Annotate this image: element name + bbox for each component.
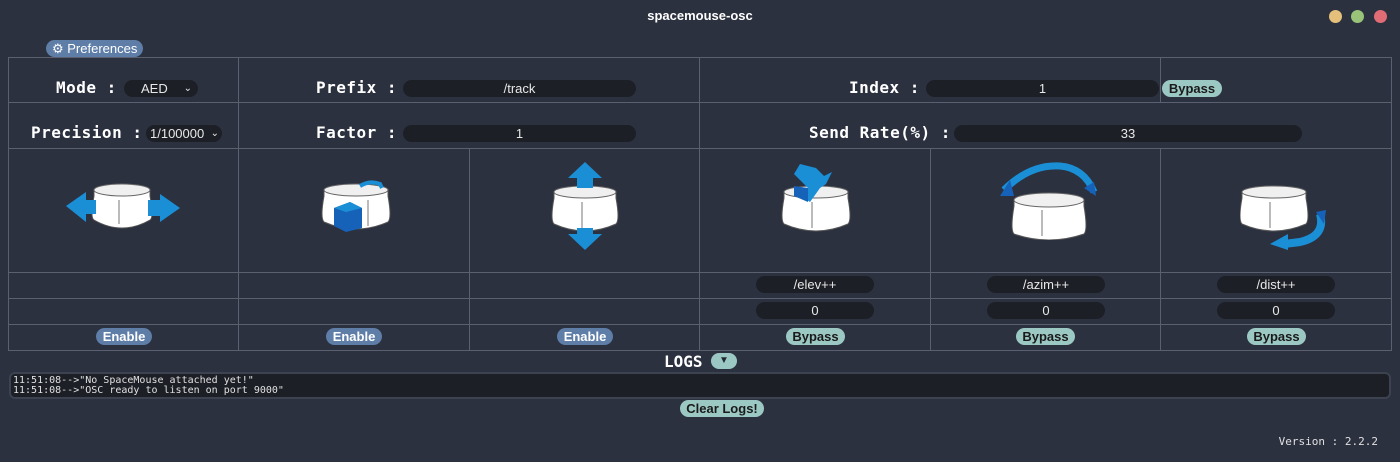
azim-address-input[interactable]: /azim++ [987, 276, 1105, 293]
chevron-down-icon: ⌄ [210, 128, 219, 139]
tilt-forward-icon [780, 162, 852, 239]
translate-y-icon [320, 178, 392, 241]
minimize-button[interactable] [1329, 10, 1342, 23]
mode-label: Mode : [56, 78, 117, 97]
enable-button-y[interactable]: Enable [326, 328, 382, 345]
log-output[interactable]: 11:51:08-->"No SpaceMouse attached yet!"… [9, 372, 1391, 399]
rotate-icon [1000, 160, 1098, 245]
maximize-button[interactable] [1351, 10, 1364, 23]
bypass-button-elev[interactable]: Bypass [786, 328, 845, 345]
preferences-button[interactable]: ⚙ Preferences [46, 40, 144, 57]
factor-input[interactable]: 1 [403, 125, 636, 142]
index-label: Index : [849, 78, 920, 97]
elev-address-input[interactable]: /elev++ [756, 276, 874, 293]
enable-button-z[interactable]: Enable [557, 328, 613, 345]
close-button[interactable] [1374, 10, 1387, 23]
bypass-button-azim[interactable]: Bypass [1016, 328, 1075, 345]
mode-value: AED [141, 81, 168, 96]
bypass-button-dist[interactable]: Bypass [1247, 328, 1306, 345]
precision-select[interactable]: 1/100000 ⌄ [146, 125, 222, 142]
translate-x-icon [64, 178, 182, 241]
triangle-down-icon: ▼ [719, 355, 729, 366]
factor-label: Factor : [316, 123, 398, 142]
translate-z-icon [550, 162, 620, 257]
azim-value-input[interactable]: 0 [987, 302, 1105, 319]
log-line: 11:51:08-->"OSC ready to listen on port … [13, 385, 284, 396]
index-input[interactable]: 1 [926, 80, 1159, 97]
dist-value-input[interactable]: 0 [1217, 302, 1335, 319]
clear-logs-button[interactable]: Clear Logs! [680, 400, 764, 417]
precision-value: 1/100000 [150, 126, 205, 141]
prefix-label: Prefix : [316, 78, 398, 97]
precision-label: Precision : [31, 123, 143, 142]
prefix-input[interactable]: /track [403, 80, 636, 97]
index-bypass-button[interactable]: Bypass [1162, 80, 1222, 97]
sendrate-label: Send Rate(%) : [809, 123, 951, 142]
tilt-side-icon [1239, 180, 1330, 257]
window-title: spacemouse-osc [647, 8, 753, 23]
dist-address-input[interactable]: /dist++ [1217, 276, 1335, 293]
chevron-down-icon: ⌄ [183, 83, 192, 94]
elev-value-input[interactable]: 0 [756, 302, 874, 319]
mode-select[interactable]: AED ⌄ [124, 80, 198, 97]
logs-label: LOGS [664, 352, 703, 371]
logs-toggle-button[interactable]: ▼ [711, 353, 737, 369]
enable-button-x[interactable]: Enable [96, 328, 152, 345]
version-label: Version : 2.2.2 [1278, 435, 1378, 448]
sendrate-input[interactable]: 33 [954, 125, 1302, 142]
